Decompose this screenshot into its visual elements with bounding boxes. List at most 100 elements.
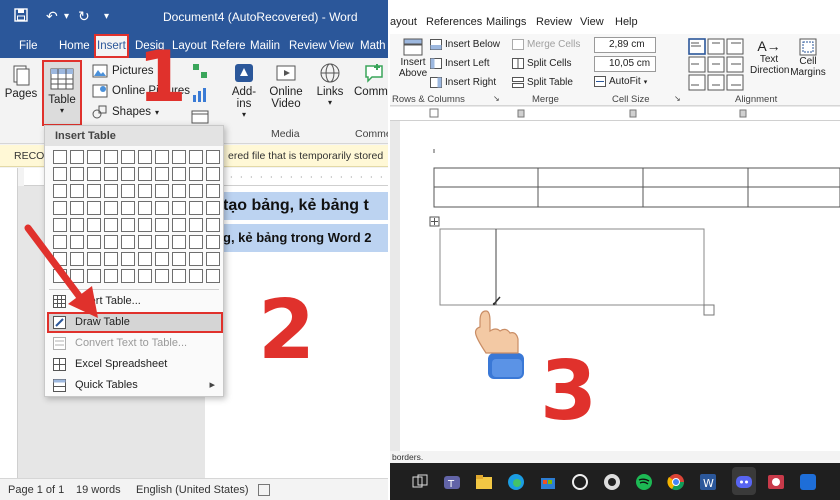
table-grid-cell[interactable] [206, 184, 220, 198]
table-grid-cell[interactable] [121, 252, 135, 266]
addins-button[interactable]: Add-ins ▾ [226, 62, 262, 119]
discord-icon[interactable] [734, 472, 754, 492]
tab-insert[interactable]: Insert [94, 34, 129, 58]
chrome-icon[interactable] [666, 472, 686, 492]
table-grid-cell[interactable] [104, 184, 118, 198]
store-icon[interactable] [538, 472, 558, 492]
table-grid-cell[interactable] [189, 252, 203, 266]
tab-help-right[interactable]: Help [615, 16, 638, 28]
spotify-icon[interactable] [634, 472, 654, 492]
cell-size-launcher-icon[interactable]: ↘ [674, 94, 681, 103]
table-grid-cell[interactable] [121, 235, 135, 249]
table-grid-cell[interactable] [138, 167, 152, 181]
table-grid-cell[interactable] [70, 201, 84, 215]
table-grid-cell[interactable] [206, 252, 220, 266]
excel-spreadsheet-item[interactable]: Excel Spreadsheet [47, 354, 223, 375]
merge-cells-button[interactable]: Merge Cells [512, 39, 580, 50]
customize-toolbar-icon[interactable]: ▾ [104, 11, 109, 22]
tab-references-right[interactable]: References [426, 16, 482, 28]
table-grid-cell[interactable] [53, 201, 67, 215]
table-grid-cell[interactable] [104, 150, 118, 164]
threads-icon[interactable] [570, 472, 590, 492]
table-grid-cell[interactable] [172, 201, 186, 215]
table-grid-cell[interactable] [155, 184, 169, 198]
comment-button[interactable]: Comme [354, 62, 388, 98]
table-grid-cell[interactable] [206, 167, 220, 181]
insert-right-button[interactable]: Insert Right [430, 77, 496, 88]
split-table-button[interactable]: Split Table [512, 77, 573, 88]
save-icon[interactable] [14, 8, 28, 25]
table-grid-cell[interactable] [189, 201, 203, 215]
table-resize-handle[interactable] [703, 304, 715, 316]
table-grid-cell[interactable] [155, 218, 169, 232]
file-explorer-icon[interactable] [474, 472, 494, 492]
insert-above-button[interactable]: Insert Above [398, 38, 428, 79]
table-button[interactable]: Table ▾ [42, 60, 82, 126]
capture-icon[interactable] [766, 472, 786, 492]
tab-mailings-right[interactable]: Mailings [486, 16, 526, 28]
row-height-field[interactable]: 2,89 cm [594, 37, 656, 53]
table-grid-cell[interactable] [172, 252, 186, 266]
table-grid-cell[interactable] [155, 150, 169, 164]
table-grid-cell[interactable] [70, 184, 84, 198]
table-grid-cell[interactable] [172, 167, 186, 181]
tab-layout-right[interactable]: ayout [390, 16, 417, 28]
document-heading-line-2[interactable]: g, kẻ bảng trong Word 2 [223, 224, 388, 252]
table-grid-cell[interactable] [189, 269, 203, 283]
tab-mailings[interactable]: Mailin [248, 34, 282, 58]
pages-button[interactable]: Pages [4, 64, 38, 100]
table-grid-cell[interactable] [121, 167, 135, 181]
table-grid-cell[interactable] [138, 269, 152, 283]
rows-columns-launcher-icon[interactable]: ↘ [493, 94, 500, 103]
table-grid-cell[interactable] [206, 150, 220, 164]
table-grid-cell[interactable] [121, 184, 135, 198]
table-grid-cell[interactable] [155, 167, 169, 181]
document-heading-line-1[interactable]: tạo bảng, kẻ bảng t [223, 192, 388, 220]
table-grid-cell[interactable] [121, 269, 135, 283]
table-grid-cell[interactable] [155, 269, 169, 283]
table-grid-cell[interactable] [155, 201, 169, 215]
table-grid-cell[interactable] [189, 218, 203, 232]
table-grid-cell[interactable] [87, 201, 101, 215]
tab-home[interactable]: Home [57, 34, 92, 58]
convert-text-to-table-item[interactable]: Convert Text to Table... [47, 333, 223, 354]
task-view-icon[interactable] [410, 472, 430, 492]
table-grid-cell[interactable] [104, 201, 118, 215]
blue-app-icon[interactable] [798, 472, 818, 492]
table-grid-cell[interactable] [53, 184, 67, 198]
table-grid-cell[interactable] [104, 167, 118, 181]
table-grid-cell[interactable] [189, 150, 203, 164]
obs-icon[interactable] [602, 472, 622, 492]
table-grid-cell[interactable] [121, 201, 135, 215]
chart-icon[interactable] [190, 86, 210, 107]
undo-dropdown-icon[interactable]: ▾ [64, 11, 69, 22]
word-count[interactable]: 19 words [76, 479, 121, 500]
alignment-grid[interactable] [688, 38, 746, 95]
table-grid-cell[interactable] [138, 201, 152, 215]
table-grid-cell[interactable] [53, 150, 67, 164]
table-grid-cell[interactable] [206, 269, 220, 283]
table-grid-cell[interactable] [155, 235, 169, 249]
tab-references[interactable]: Refere [209, 34, 248, 58]
table-grid-cell[interactable] [155, 252, 169, 266]
tab-review[interactable]: Review [287, 34, 329, 58]
right-document-page[interactable]: 3 [400, 121, 840, 451]
insert-left-button[interactable]: Insert Left [430, 58, 489, 69]
tab-view-right[interactable]: View [580, 16, 604, 28]
table-grid-cell[interactable] [70, 167, 84, 181]
cell-margins-button[interactable]: Cell Margins [790, 38, 826, 78]
table-grid-cell[interactable] [138, 218, 152, 232]
quick-tables-item[interactable]: Quick Tables ▸ [47, 375, 223, 396]
table-grid-cell[interactable] [189, 167, 203, 181]
table-drawing[interactable] [400, 121, 840, 451]
smartart-icon[interactable] [190, 62, 210, 83]
table-grid-cell[interactable] [172, 218, 186, 232]
text-direction-button[interactable]: A→ Text Direction [750, 38, 789, 76]
table-grid-cell[interactable] [87, 167, 101, 181]
insert-below-button[interactable]: Insert Below [430, 39, 500, 50]
table-grid-cell[interactable] [172, 184, 186, 198]
language-status[interactable]: English (United States) [136, 479, 249, 500]
table-grid-cell[interactable] [138, 150, 152, 164]
column-width-field[interactable]: 10,05 cm [594, 56, 656, 72]
tab-review-right[interactable]: Review [536, 16, 572, 28]
